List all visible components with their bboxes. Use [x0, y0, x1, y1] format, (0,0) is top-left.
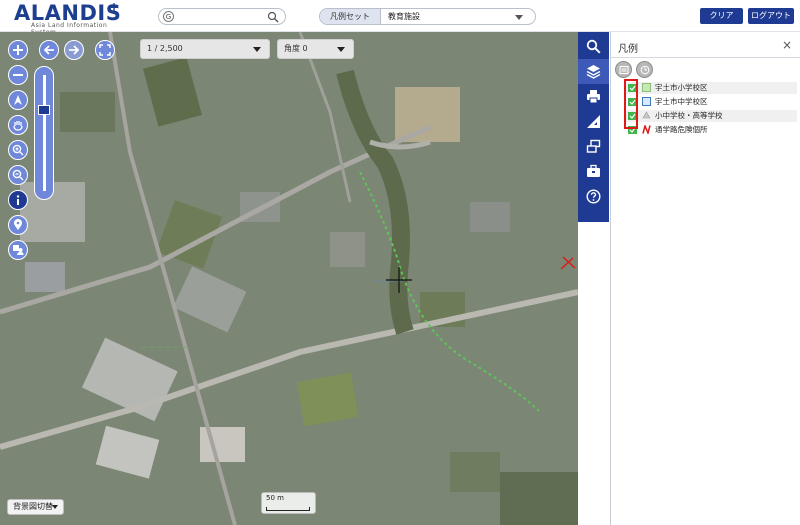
layers-tool-button[interactable]: [578, 59, 609, 84]
legend-panel-title: 凡例: [618, 44, 638, 55]
legend-layer-label: 宇土市中学校区: [655, 97, 708, 106]
zoom-out-button[interactable]: [8, 65, 28, 85]
scale-bar-label: 50 m: [266, 494, 284, 502]
blue-square-icon: [642, 97, 651, 106]
zoom-out-icon: [12, 169, 24, 181]
search-tool-button[interactable]: [578, 34, 609, 59]
app-logo: ALANDIS + Asia Land Information System: [14, 0, 124, 36]
full-extent-button[interactable]: [95, 40, 115, 60]
legend-set-select[interactable]: 凡例セット 教育施設: [319, 8, 536, 25]
zoom-slider[interactable]: [34, 66, 54, 200]
scale-bar: 50 m: [261, 492, 316, 514]
logo-title: ALANDIS: [14, 1, 122, 25]
measure-tool-button[interactable]: [578, 109, 609, 134]
zoom-out-box-button[interactable]: [8, 165, 28, 185]
person-pin-icon: [13, 245, 24, 255]
chevron-down-icon: [337, 47, 345, 52]
clear-button[interactable]: クリア: [700, 8, 743, 24]
location-button[interactable]: [8, 215, 28, 235]
chevron-down-icon: [515, 15, 523, 20]
basemap-switch-button[interactable]: 背景図切替: [7, 499, 64, 515]
scale-select[interactable]: 1 / 2,500: [140, 39, 270, 59]
zoom-in-box-button[interactable]: [8, 140, 28, 160]
basemap-switch-label: 背景図切替: [13, 502, 53, 511]
legend-layer-label: 通学路危険個所: [655, 125, 708, 134]
back-button[interactable]: [39, 40, 59, 60]
legend-set-label: 凡例セット: [320, 9, 381, 24]
legend-panel: 凡例 × 宇土市小学校区 宇土市中学校区 小中学校・高等学校 通学路危険個所: [610, 32, 800, 525]
north-button[interactable]: [8, 90, 28, 110]
toolbox-icon: [587, 164, 600, 177]
map-view[interactable]: －－－－－－ －－－－ 1 / 2,500 角度 0 背景図切替 50 m: [0, 32, 578, 525]
legend-layer-row[interactable]: 宇土市小学校区: [625, 82, 797, 94]
toolbox-tool-button[interactable]: [578, 159, 609, 184]
legend-layer-row[interactable]: 通学路危険個所: [625, 124, 797, 136]
window-icon: [586, 139, 601, 153]
window-tool-button[interactable]: [578, 134, 609, 159]
zoom-in-icon: [12, 144, 24, 156]
hand-icon: [13, 121, 23, 131]
search-prefix-icon: G: [163, 11, 174, 22]
search-icon[interactable]: [267, 11, 279, 23]
legend-list-button[interactable]: [615, 61, 632, 78]
search-icon: [586, 39, 601, 54]
tool-sidebar: [578, 32, 609, 525]
green-square-icon: [642, 83, 651, 92]
layers-icon: [586, 65, 601, 79]
red-n-icon: [642, 125, 651, 134]
app-header: ALANDIS + Asia Land Information System G…: [0, 0, 800, 36]
help-tool-button[interactable]: [578, 184, 609, 209]
legend-layer-label: 小中学校・高等学校: [655, 111, 723, 120]
aerial-map-imagery: －－－－－－ －－－－: [0, 32, 578, 525]
print-tool-button[interactable]: [578, 84, 609, 109]
zoom-slider-track: [43, 75, 46, 191]
angle-select[interactable]: 角度 0: [277, 39, 354, 59]
logout-button[interactable]: ログアウト: [748, 8, 794, 24]
info-button[interactable]: [8, 190, 28, 210]
search-box[interactable]: G: [158, 8, 286, 25]
zoom-slider-handle[interactable]: [38, 105, 50, 115]
help-icon: [586, 189, 601, 204]
legend-layer-row[interactable]: 小中学校・高等学校: [625, 110, 797, 122]
logo-plus: +: [109, 0, 120, 14]
chevron-down-icon: [52, 505, 58, 509]
highlight-box: [624, 79, 638, 129]
list-icon: [619, 66, 629, 74]
arrow-right-icon: [69, 45, 80, 55]
north-arrow-icon: [14, 95, 22, 105]
scale-bar-line: [266, 507, 310, 511]
legend-set-value: 教育施設: [388, 12, 420, 21]
angle-select-value: 角度 0: [284, 44, 308, 53]
minus-icon: [13, 74, 23, 76]
map-pin-icon: [14, 219, 22, 230]
print-icon: [587, 90, 600, 104]
zoom-in-button[interactable]: [8, 40, 28, 60]
school-icon: [642, 111, 651, 119]
legend-layer-label: 宇土市小学校区: [655, 83, 708, 92]
chevron-down-icon: [253, 47, 261, 52]
pan-button[interactable]: [8, 115, 28, 135]
plus-icon: [13, 45, 23, 55]
legend-layer-row[interactable]: 宇土市中学校区: [625, 96, 797, 108]
street-view-button[interactable]: [8, 240, 28, 260]
legend-settings-button[interactable]: [636, 61, 653, 78]
clock-icon: [640, 65, 650, 75]
expand-icon: [99, 44, 111, 56]
scale-select-value: 1 / 2,500: [147, 44, 183, 53]
arrow-left-icon: [43, 45, 54, 55]
info-icon: [16, 195, 20, 205]
legend-tools: [615, 61, 800, 79]
divider: [611, 57, 800, 58]
close-icon[interactable]: ×: [782, 38, 792, 52]
tool-sidebar-strip: [578, 32, 609, 222]
measure-icon: [587, 115, 600, 128]
svg-text:－－－－－－: －－－－－－: [140, 343, 188, 352]
forward-button[interactable]: [64, 40, 84, 60]
